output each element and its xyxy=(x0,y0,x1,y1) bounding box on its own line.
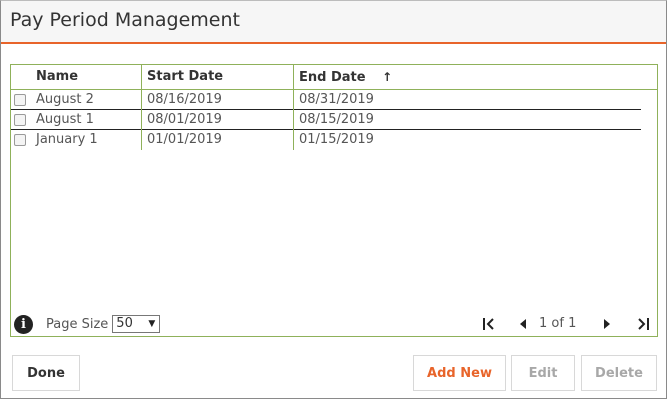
column-header-end-date-label: End Date xyxy=(299,70,366,85)
caret-down-icon: ▼ xyxy=(148,319,156,329)
edit-button[interactable]: Edit xyxy=(511,355,575,391)
column-header-name-label: Name xyxy=(36,69,79,84)
row-checkbox[interactable] xyxy=(14,134,26,146)
previous-page-button[interactable] xyxy=(517,314,529,334)
dialog-titlebar: Pay Period Management xyxy=(1,1,666,44)
first-page-icon xyxy=(483,318,494,330)
first-page-button[interactable] xyxy=(481,314,497,334)
column-header-name[interactable]: Name xyxy=(36,65,140,90)
previous-page-icon xyxy=(520,319,526,329)
page-indicator: 1 of 1 xyxy=(539,316,577,331)
row-checkbox[interactable] xyxy=(14,114,26,126)
info-icon[interactable]: i xyxy=(14,314,33,334)
next-page-button[interactable] xyxy=(601,314,613,334)
cell-end-date: 01/15/2019 xyxy=(293,130,641,150)
row-checkbox[interactable] xyxy=(14,94,26,106)
row-checkbox-cell xyxy=(14,90,28,110)
last-page-icon xyxy=(638,318,649,330)
cell-name: January 1 xyxy=(36,132,98,147)
cell-end-date: 08/15/2019 xyxy=(293,110,641,130)
page-size-select[interactable]: 50 ▼ xyxy=(112,315,161,333)
row-checkbox-cell xyxy=(14,130,28,150)
delete-button[interactable]: Delete xyxy=(581,355,657,391)
dialog-title: Pay Period Management xyxy=(10,9,240,31)
pager: 1 of 1 xyxy=(469,314,649,334)
page-size-value: 50 xyxy=(116,316,133,331)
pay-period-dialog: Pay Period Management Name Start Date En… xyxy=(0,0,667,399)
cell-start-date: 08/16/2019 xyxy=(141,90,293,110)
column-header-start-date-label: Start Date xyxy=(147,69,224,84)
column-header-start-date[interactable]: Start Date xyxy=(141,65,293,90)
column-header-end-date[interactable]: End Date ↑ xyxy=(293,65,641,90)
pay-period-grid: Name Start Date End Date ↑ August 2 08/1… xyxy=(10,64,658,337)
grid-footer-left: i Page Size 50 ▼ xyxy=(14,314,161,334)
table-row[interactable]: August 2 08/16/2019 08/31/2019 xyxy=(11,90,641,110)
next-page-icon xyxy=(604,319,610,329)
row-checkbox-cell xyxy=(14,110,28,130)
info-icon-glyph: i xyxy=(21,316,26,332)
add-new-button[interactable]: Add New xyxy=(413,355,506,391)
done-button[interactable]: Done xyxy=(12,355,80,391)
page-size-label: Page Size xyxy=(46,316,109,332)
cell-name: August 1 xyxy=(36,112,94,127)
grid-rows: August 2 08/16/2019 08/31/2019 August 1 … xyxy=(11,90,657,150)
cell-name: August 2 xyxy=(36,92,94,107)
cell-start-date: 08/01/2019 xyxy=(141,110,293,130)
grid-header: Name Start Date End Date ↑ xyxy=(11,65,657,90)
table-row[interactable]: August 1 08/01/2019 08/15/2019 xyxy=(11,110,641,130)
last-page-button[interactable] xyxy=(635,314,651,334)
cell-end-date: 08/31/2019 xyxy=(293,90,641,110)
table-row[interactable]: January 1 01/01/2019 01/15/2019 xyxy=(11,130,641,150)
sort-ascending-icon: ↑ xyxy=(382,70,393,84)
cell-start-date: 01/01/2019 xyxy=(141,130,293,150)
